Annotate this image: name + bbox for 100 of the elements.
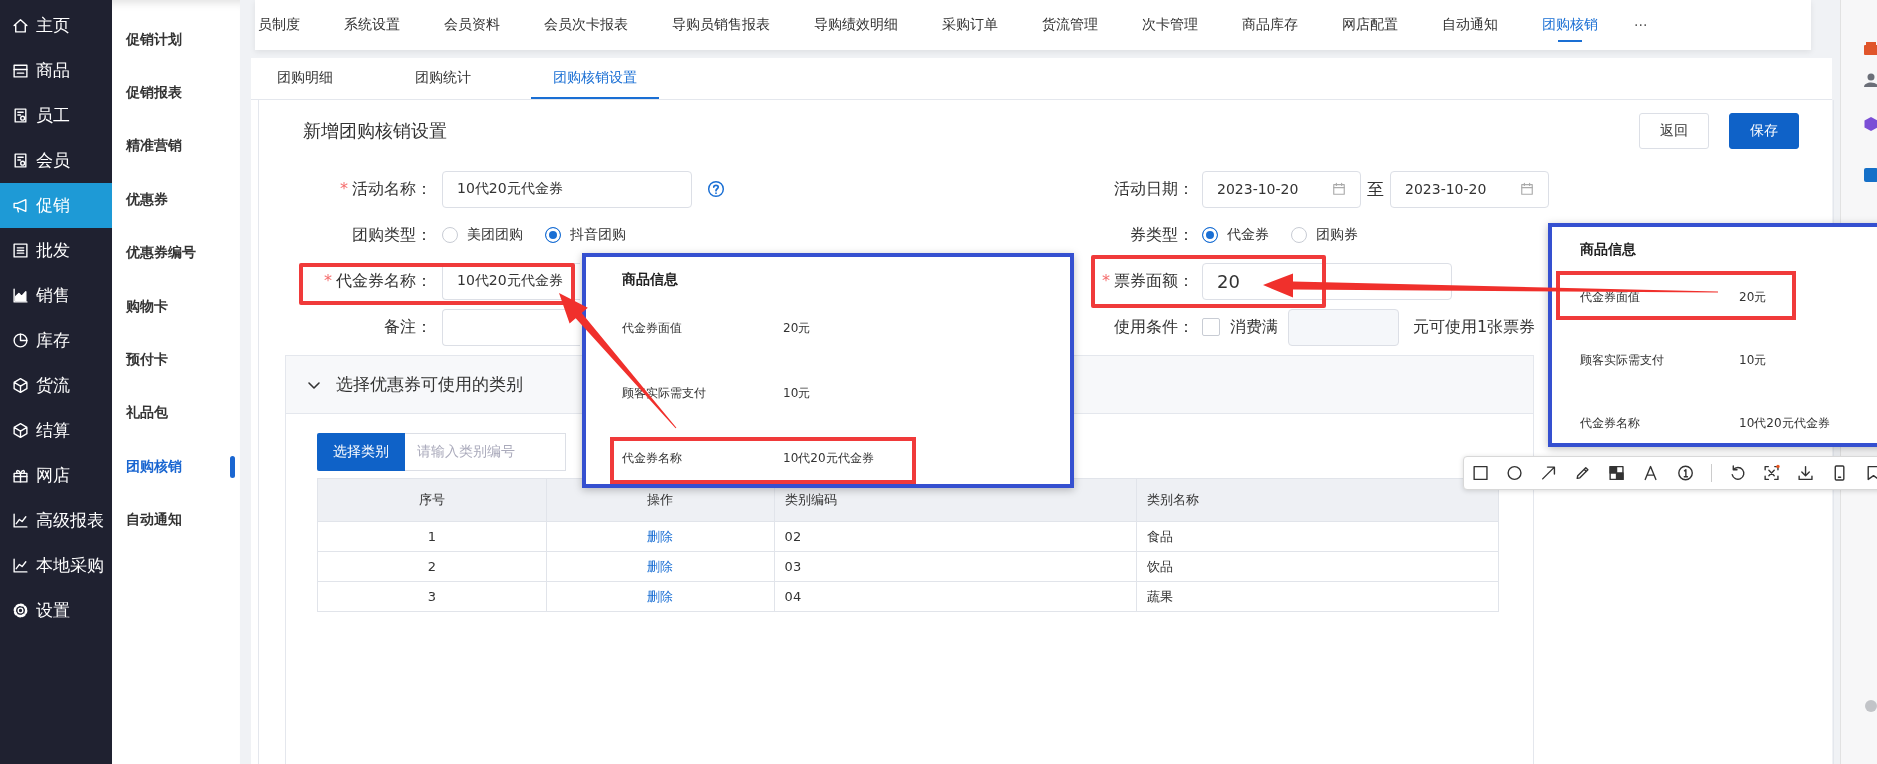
back-button[interactable]: 返回 — [1639, 113, 1709, 149]
radio-button[interactable] — [1202, 227, 1218, 243]
submenu-item[interactable]: 促销计划 — [112, 13, 240, 67]
number-marker-icon[interactable] — [1676, 464, 1694, 482]
text-tool-icon[interactable] — [1642, 464, 1660, 482]
circle-tool-icon[interactable] — [1506, 464, 1524, 482]
store-icon — [12, 62, 29, 79]
nav-item[interactable]: 结算 — [0, 408, 112, 453]
date-field[interactable]: 2023-10-20 — [1202, 170, 1361, 208]
field-label: * 活动名称： — [339, 178, 432, 200]
mosaic-icon[interactable] — [1608, 464, 1626, 482]
nav-item[interactable]: 销售 — [0, 273, 112, 318]
field-label: * 票券面额： — [1101, 270, 1194, 292]
delete-link[interactable]: 删除 — [647, 558, 674, 574]
nav-tab[interactable]: 商品库存 — [1220, 0, 1320, 50]
info-value: 20元 — [1739, 289, 1767, 306]
save-button[interactable]: 保存 — [1729, 113, 1799, 149]
table-cell: 02 — [774, 521, 1137, 552]
id-card-icon — [12, 107, 29, 124]
nav-item[interactable]: 会员 — [0, 138, 112, 183]
submenu-item[interactable]: 自动通知 — [112, 493, 240, 547]
submenu-item[interactable]: 礼品包 — [112, 386, 240, 441]
nav-tab[interactable]: 会员次卡报表 — [522, 0, 650, 50]
nav-tab[interactable]: 采购订单 — [920, 0, 1020, 50]
rectangle-tool-icon[interactable] — [1472, 464, 1490, 482]
table-cell: 蔬果 — [1136, 581, 1499, 612]
id-card-icon — [12, 152, 29, 169]
field-label: * 代金券名称： — [323, 270, 432, 292]
bookmark-icon[interactable] — [1865, 464, 1877, 482]
nav-item[interactable]: 库存 — [0, 318, 112, 363]
field-label: 团购类型： — [351, 224, 432, 246]
calendar-icon — [1520, 182, 1534, 196]
pie-chart-icon — [12, 332, 29, 349]
nav-item[interactable]: 主页 — [0, 3, 112, 48]
person-icon[interactable] — [1863, 72, 1877, 88]
select-category-button[interactable]: 选择类别 — [317, 433, 405, 471]
hexagon-icon[interactable] — [1863, 116, 1877, 132]
arrow-tool-icon[interactable] — [1540, 464, 1558, 482]
app-icon[interactable] — [1863, 167, 1877, 183]
info-title: 商品信息 — [622, 270, 679, 289]
table-cell: 03 — [774, 551, 1137, 582]
nav-item[interactable]: 网店 — [0, 453, 112, 498]
nav-item[interactable]: 设置 — [0, 588, 112, 633]
tab[interactable]: 团购核销设置 — [531, 58, 659, 99]
field-label: 备注： — [383, 316, 432, 338]
submenu-item[interactable]: 精准营销 — [112, 119, 240, 174]
gift-icon[interactable] — [1863, 40, 1877, 56]
text-field[interactable]: 10代20元代金券 — [442, 170, 692, 208]
nav-item[interactable]: 高级报表 — [0, 498, 112, 543]
submenu-item[interactable]: 促销报表 — [112, 66, 240, 120]
nav-tab[interactable]: 团购核销 — [1520, 0, 1620, 50]
submenu-item[interactable]: 购物卡 — [112, 279, 240, 334]
condition-text: 元可使用1张票券 — [1413, 316, 1536, 338]
info-label: 代金券名称 — [1580, 415, 1641, 432]
gear-icon — [12, 602, 29, 619]
nav-tab[interactable]: 货流管理 — [1020, 0, 1120, 50]
nav-tab[interactable]: 自动通知 — [1420, 0, 1520, 50]
download-icon[interactable] — [1796, 464, 1814, 482]
delete-link[interactable]: 删除 — [647, 588, 674, 604]
nav-tab[interactable]: 会员资料 — [422, 0, 522, 50]
nav-tab[interactable]: 次卡管理 — [1120, 0, 1220, 50]
amount-field[interactable] — [1288, 308, 1399, 346]
gift-icon — [12, 467, 29, 484]
nav-tab[interactable]: 导购员销售报表 — [650, 0, 792, 50]
tab[interactable]: 团购明细 — [255, 58, 355, 99]
info-label: 代金券面值 — [622, 320, 683, 337]
date-field[interactable]: 2023-10-20 — [1390, 170, 1549, 208]
info-title: 商品信息 — [1580, 240, 1637, 259]
nav-tab[interactable]: 员制度 — [255, 0, 322, 50]
table-cell: 3 — [317, 581, 547, 612]
info-value: 10代20元代金券 — [1739, 415, 1830, 432]
calendar-icon — [1332, 182, 1346, 196]
nav-tab[interactable]: 网店配置 — [1320, 0, 1420, 50]
checkbox[interactable] — [1202, 318, 1220, 336]
tab[interactable]: 团购统计 — [393, 58, 493, 99]
area-chart-icon — [12, 287, 29, 304]
nav-tab[interactable]: 系统设置 — [322, 0, 422, 50]
range-separator: 至 — [1367, 177, 1384, 201]
nav-item[interactable]: 员工 — [0, 93, 112, 138]
active-indicator — [230, 456, 235, 479]
submenu-item[interactable]: 优惠券 — [112, 173, 240, 227]
crop-icon[interactable] — [1762, 464, 1780, 482]
nav-item[interactable]: 本地采购 — [0, 543, 112, 588]
submenu-item[interactable]: 预付卡 — [112, 333, 240, 387]
nav-tab[interactable]: 导购绩效明细 — [792, 0, 920, 50]
radio-button[interactable] — [545, 227, 561, 243]
cube-icon — [12, 377, 29, 394]
field-label: 券类型： — [1129, 224, 1194, 246]
submenu-item[interactable]: 团购核销 — [112, 440, 240, 494]
checkbox-label: 消费满 — [1230, 316, 1278, 338]
text-field[interactable] — [442, 308, 580, 346]
nav-item[interactable]: 货流 — [0, 363, 112, 408]
nav-item[interactable]: 批发 — [0, 228, 112, 273]
nav-item[interactable]: 商品 — [0, 48, 112, 93]
more-tabs-button[interactable]: ··· — [1620, 0, 1662, 50]
submenu-item[interactable]: 优惠券编号 — [112, 226, 240, 280]
info-value: 20元 — [783, 320, 811, 337]
delete-link[interactable]: 删除 — [647, 528, 674, 544]
field-label: 活动日期： — [1113, 178, 1194, 200]
megaphone-icon — [12, 197, 29, 214]
